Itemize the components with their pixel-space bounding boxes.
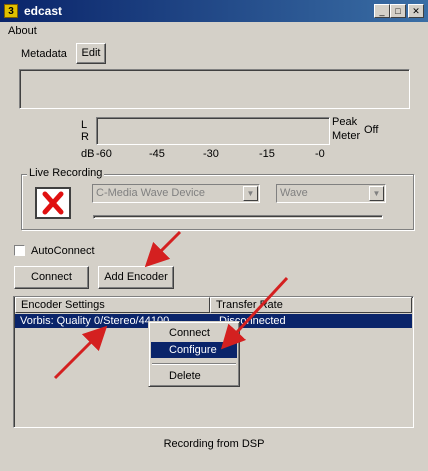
meter-label: Meter — [332, 130, 361, 142]
db-tick: -15 — [259, 148, 275, 160]
context-menu-delete[interactable]: Delete — [151, 368, 237, 384]
context-menu: Connect Configure Delete — [148, 321, 240, 387]
minimize-button[interactable]: _ — [374, 4, 390, 18]
live-record-toggle[interactable] — [35, 187, 71, 219]
meter-l-label: L — [81, 119, 88, 131]
source-select[interactable]: Wave ▼ — [276, 184, 386, 203]
recording-progress — [93, 215, 383, 219]
peak-label: Peak — [332, 116, 358, 128]
title-bar[interactable]: 3 edcast _ □ ✕ — [0, 0, 428, 22]
red-x-icon — [42, 191, 64, 215]
metadata-label: Metadata — [21, 48, 67, 60]
source-select-value: Wave — [280, 187, 308, 199]
close-button[interactable]: ✕ — [408, 4, 424, 18]
add-encoder-button[interactable]: Add Encoder — [98, 266, 174, 289]
edit-button[interactable]: Edit — [76, 43, 106, 64]
status-text: Recording from DSP — [163, 438, 265, 450]
window-title: edcast — [24, 4, 63, 18]
meter-r-label: R — [81, 131, 89, 143]
encoder-settings-cell: Vorbis: Quality 0/Stereo/44100 — [20, 315, 170, 327]
db-tick: -30 — [203, 148, 219, 160]
live-recording-label: Live Recording — [27, 167, 105, 179]
chevron-down-icon: ▼ — [243, 186, 258, 201]
app-icon: 3 — [4, 4, 18, 18]
arrow-to-add-encoder-icon — [144, 230, 182, 268]
connect-button[interactable]: Connect — [14, 266, 89, 289]
device-select[interactable]: C-Media Wave Device ▼ — [92, 184, 260, 203]
device-select-value: C-Media Wave Device — [96, 187, 206, 199]
meter-state: Off — [364, 124, 379, 136]
db-tick: -60 — [96, 148, 112, 160]
autoconnect-label: AutoConnect — [31, 245, 95, 257]
context-menu-configure[interactable]: Configure — [151, 342, 237, 358]
db-tick: -0 — [315, 148, 325, 160]
menu-about[interactable]: About — [8, 25, 37, 37]
peak-meter — [96, 117, 330, 145]
metadata-display — [19, 69, 410, 109]
maximize-button[interactable]: □ — [390, 4, 406, 18]
db-label: dB — [81, 148, 95, 160]
chevron-down-icon: ▼ — [369, 186, 384, 201]
column-header-encoder-settings[interactable]: Encoder Settings — [15, 297, 210, 313]
context-menu-connect[interactable]: Connect — [151, 325, 237, 341]
autoconnect-checkbox[interactable] — [14, 245, 25, 256]
menu-separator — [152, 363, 236, 365]
column-header-transfer-rate[interactable]: Transfer Rate — [210, 297, 412, 313]
db-tick: -45 — [149, 148, 165, 160]
